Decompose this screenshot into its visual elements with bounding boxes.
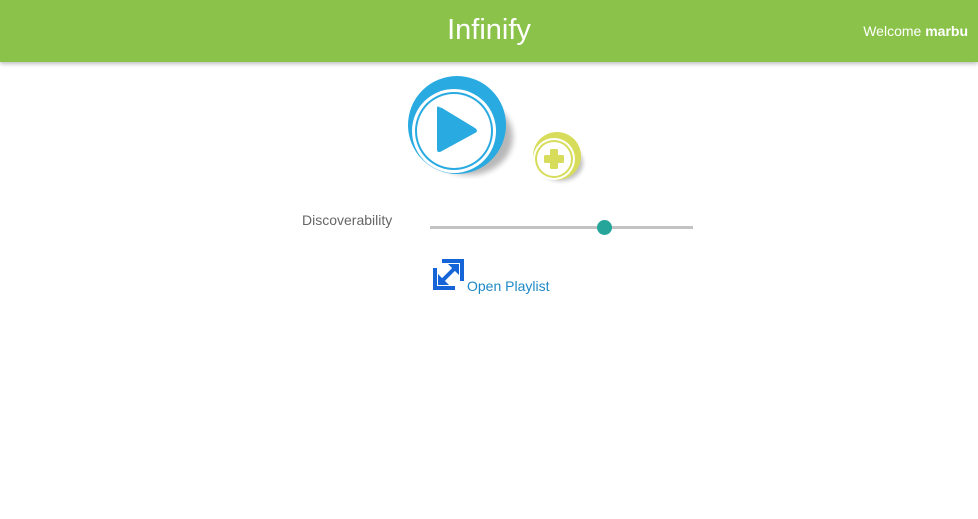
app-title: Infinify	[447, 14, 531, 46]
add-button[interactable]	[529, 131, 589, 187]
play-icon	[408, 76, 513, 175]
discoverability-slider[interactable]	[430, 217, 693, 239]
plus-icon	[533, 132, 583, 181]
discoverability-label: Discoverability	[302, 212, 393, 228]
open-playlist-label: Open Playlist	[467, 278, 550, 294]
play-button[interactable]	[407, 75, 519, 179]
app-header: Infinify Welcome marbu	[0, 0, 978, 62]
slider-track	[430, 226, 693, 229]
welcome-message: Welcome marbu	[863, 22, 968, 40]
expand-arrows-icon	[433, 259, 464, 290]
slider-thumb[interactable]	[596, 220, 612, 235]
username: marbu	[925, 23, 968, 39]
welcome-prefix: Welcome	[863, 23, 922, 39]
